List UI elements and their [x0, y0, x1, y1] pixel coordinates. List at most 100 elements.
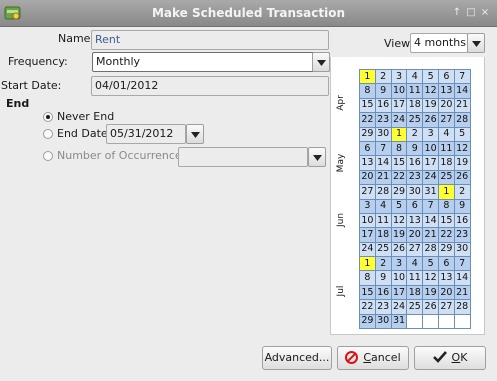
calendar-day-cell[interactable]: 5	[422, 256, 439, 272]
calendar-day-cell[interactable]: 30	[374, 126, 392, 142]
calendar-day-cell[interactable]: 24	[390, 112, 408, 128]
calendar-day-cell[interactable]: 24	[422, 169, 439, 186]
calendar-day-cell[interactable]: 10	[390, 83, 408, 99]
calendar-day-cell[interactable]: 5	[390, 198, 408, 214]
name-field[interactable]: Rent	[91, 30, 329, 50]
calendar-day-cell[interactable]: 4	[406, 68, 424, 85]
calendar-day-cell[interactable]: 20	[406, 227, 424, 243]
calendar-day-cell[interactable]: 30	[406, 184, 424, 200]
calendar-day-cell[interactable]: 23	[406, 169, 424, 186]
calendar-day-cell[interactable]: 14	[453, 83, 471, 99]
calendar-day-cell[interactable]: 13	[406, 212, 424, 229]
calendar-day-cell[interactable]: 20	[359, 169, 376, 186]
calendar-day-cell[interactable]: 12	[390, 212, 408, 229]
calendar-day-cell[interactable]: 6	[406, 198, 424, 214]
calendar-day-cell[interactable]: 20	[437, 284, 455, 301]
calendar-day-cell[interactable]: 9	[374, 83, 392, 99]
calendar-day-cell[interactable]: 11	[406, 270, 424, 286]
calendar-day-cell[interactable]: 25	[406, 299, 424, 315]
title-bar[interactable]: Make Scheduled Transaction ↑ □ ×	[0, 0, 497, 27]
calendar-day-cell[interactable]: 3	[390, 256, 408, 272]
calendar-day-cell[interactable]: 17	[422, 155, 439, 171]
calendar-day-cell[interactable]: 15	[390, 155, 408, 171]
advanced-button[interactable]: Advanced...	[262, 346, 332, 370]
calendar-day-cell[interactable]: 18	[406, 97, 424, 114]
calendar-day-cell[interactable]: 2	[374, 68, 392, 85]
calendar-day-cell[interactable]: 26	[422, 112, 439, 128]
ok-button[interactable]: OK	[414, 346, 486, 370]
calendar-day-cell[interactable]: 23	[374, 112, 392, 128]
calendar-day-cell[interactable]: 21	[453, 97, 471, 114]
calendar-day-cell[interactable]: 22	[437, 227, 455, 243]
calendar-day-cell[interactable]: 25	[406, 112, 424, 128]
calendar-day-cell[interactable]: 2	[374, 256, 392, 272]
occurrences-label[interactable]: Number of Occurrences:	[57, 149, 191, 163]
calendar-day-cell[interactable]: 11	[437, 140, 455, 157]
calendar-day-cell[interactable]: 30	[374, 313, 392, 330]
calendar-day-cell[interactable]: 13	[359, 155, 376, 171]
calendar-day-cell[interactable]: 28	[374, 184, 392, 200]
calendar-day-cell[interactable]: 15	[437, 212, 455, 229]
calendar-day-cell[interactable]: 12	[422, 270, 439, 286]
calendar-day-cell[interactable]: 14	[422, 212, 439, 229]
view-dropdown-button[interactable]	[467, 33, 485, 53]
calendar-day-cell[interactable]: 16	[374, 97, 392, 114]
calendar-day-cell[interactable]: 16	[374, 284, 392, 301]
calendar-day-cell[interactable]: 4	[406, 256, 424, 272]
calendar-day-cell[interactable]: 21	[374, 169, 392, 186]
calendar-day-cell[interactable]: 31	[422, 184, 439, 200]
calendar-day-cell[interactable]: 23	[453, 227, 471, 243]
maximize-icon[interactable]: □	[465, 7, 477, 19]
calendar-day-cell[interactable]: 9	[374, 270, 392, 286]
calendar-day-cell[interactable]: 27	[437, 112, 455, 128]
calendar-day-cell[interactable]: 27	[437, 299, 455, 315]
calendar-day-cell[interactable]: 27	[406, 241, 424, 258]
calendar-day-cell[interactable]: 6	[437, 256, 455, 272]
calendar-day-cell[interactable]: 28	[422, 241, 439, 258]
calendar-day-cell[interactable]: 22	[390, 169, 408, 186]
frequency-dropdown-button[interactable]	[312, 52, 330, 72]
never-end-radio[interactable]	[43, 112, 53, 122]
calendar-day-cell[interactable]: 7	[422, 198, 439, 214]
calendar-day-cell[interactable]: 2	[453, 184, 471, 200]
calendar-day-cell[interactable]: 4	[437, 126, 455, 142]
calendar-day-cell[interactable]: 14	[453, 270, 471, 286]
calendar-day-cell[interactable]: 29	[359, 126, 376, 142]
calendar-day-cell[interactable]: 31	[390, 313, 408, 330]
calendar-day-cell[interactable]: 28	[453, 112, 471, 128]
frequency-select[interactable]: Monthly	[92, 52, 330, 72]
calendar-day-cell[interactable]: 26	[453, 169, 471, 186]
calendar-day-cell[interactable]: 2	[406, 126, 424, 142]
calendar-day-cell[interactable]: 19	[390, 227, 408, 243]
calendar-day-cell[interactable]: 11	[406, 83, 424, 99]
calendar-day-cell[interactable]: 19	[453, 155, 471, 171]
calendar-day-cell[interactable]: 8	[390, 140, 408, 157]
calendar-day-cell[interactable]: 18	[406, 284, 424, 301]
calendar-day-cell[interactable]: 25	[437, 169, 455, 186]
calendar-day-cell[interactable]: 21	[422, 227, 439, 243]
calendar-day-cell[interactable]: 17	[359, 227, 376, 243]
calendar-day-cell[interactable]: 22	[359, 299, 376, 315]
calendar-day-cell[interactable]: 10	[359, 212, 376, 229]
calendar-day-cell[interactable]: 22	[359, 112, 376, 128]
calendar-day-cell[interactable]: 29	[359, 313, 376, 330]
calendar-day-cell[interactable]: 1	[390, 126, 408, 142]
calendar-day-cell[interactable]: 16	[453, 212, 471, 229]
calendar-day-cell[interactable]: 26	[390, 241, 408, 258]
calendar-day-cell[interactable]: 7	[453, 256, 471, 272]
calendar-day-cell[interactable]: 27	[359, 184, 376, 200]
calendar-day-cell[interactable]: 14	[374, 155, 392, 171]
calendar-day-cell[interactable]: 3	[422, 126, 439, 142]
calendar-day-cell[interactable]: 24	[390, 299, 408, 315]
close-icon[interactable]: ×	[479, 7, 491, 19]
calendar-day-cell[interactable]: 3	[359, 198, 376, 214]
calendar-day-cell[interactable]: 25	[374, 241, 392, 258]
calendar-day-cell[interactable]: 5	[422, 68, 439, 85]
end-date-radio[interactable]	[43, 129, 53, 139]
calendar-day-cell[interactable]: 30	[453, 241, 471, 258]
calendar-day-cell[interactable]: 29	[390, 184, 408, 200]
view-select[interactable]: 4 months	[410, 33, 468, 53]
calendar-day-cell[interactable]: 24	[359, 241, 376, 258]
calendar-day-cell[interactable]: 7	[374, 140, 392, 157]
calendar-day-cell[interactable]: 15	[359, 284, 376, 301]
